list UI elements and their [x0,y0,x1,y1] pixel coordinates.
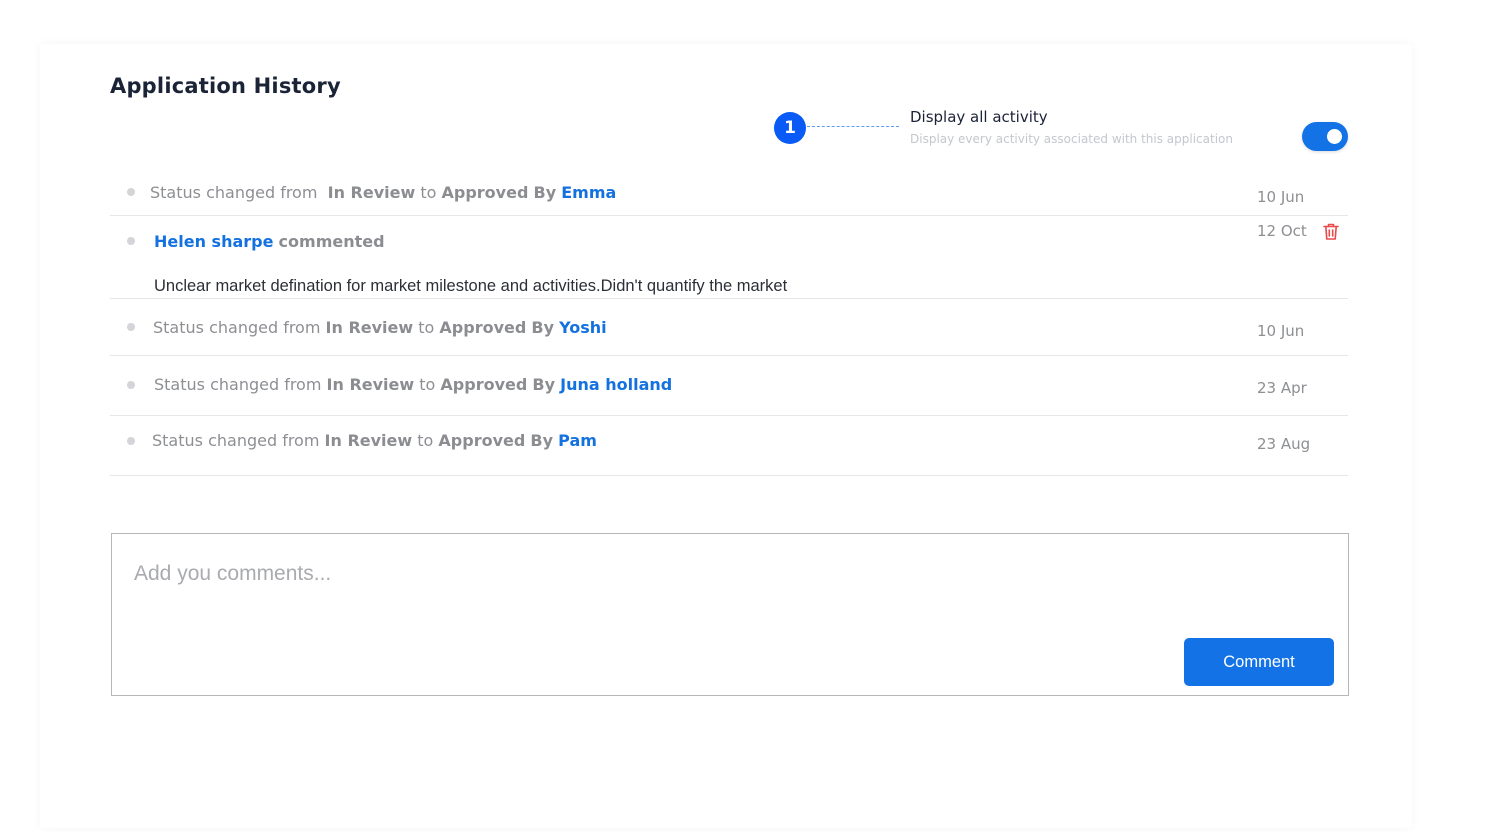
by-label: By [533,183,557,202]
status-change-text: Status changed from In Review to Approve… [152,431,597,450]
status-prefix: Status changed from [150,183,318,202]
toggle-knob [1327,129,1342,144]
activity-row: Status changed from In Review to Approve… [110,170,1348,216]
comment-header: Helen sharpe commented [154,232,385,251]
status-change-text: Status changed from In Review to Approve… [150,183,616,202]
activity-row: Status changed from In Review to Approve… [110,299,1348,356]
status-change-text: Status changed from In Review to Approve… [154,375,672,394]
comment-button[interactable]: Comment [1184,638,1334,686]
user-link[interactable]: Emma [561,183,616,202]
status-prefix: Status changed from [154,375,322,394]
bullet-dot [127,323,135,331]
activity-row: Status changed from In Review to Approve… [110,416,1348,476]
status-connector: to [417,431,434,450]
by-label: By [531,318,555,337]
user-link[interactable]: Yoshi [559,318,607,337]
status-prefix: Status changed from [153,318,321,337]
toggle-subtitle: Display every activity associated with t… [910,132,1233,146]
from-status: In Review [327,183,416,202]
step-connector-line [807,126,899,127]
bullet-dot [127,437,135,445]
bullet-dot [127,381,135,389]
to-status: Approved [440,375,528,394]
user-link[interactable]: Juna holland [560,375,672,394]
status-connector: to [418,318,435,337]
comment-input[interactable] [134,554,1174,594]
activity-date: 10 Jun [1257,322,1305,340]
activity-date: 10 Jun [1257,188,1305,206]
by-label: By [530,431,554,450]
activity-date: 23 Aug [1257,435,1311,453]
step-badge: 1 [774,112,806,144]
to-status: Approved [438,431,526,450]
bullet-dot [127,188,135,196]
from-status: In Review [325,318,414,337]
status-change-text: Status changed from In Review to Approve… [153,318,607,337]
activity-date: 23 Apr [1257,379,1307,397]
trash-icon[interactable] [1322,222,1340,241]
to-status: Approved [439,318,527,337]
comment-row: Helen sharpe commented Unclear market de… [110,216,1348,299]
bullet-dot [127,237,135,245]
status-connector: to [420,183,437,202]
from-status: In Review [326,375,415,394]
status-prefix: Status changed from [152,431,320,450]
comment-action: commented [278,232,385,251]
toggle-title: Display all activity [910,108,1048,126]
to-status: Approved [441,183,529,202]
display-all-activity-toggle[interactable] [1302,122,1348,151]
status-connector: to [419,375,436,394]
by-label: By [532,375,556,394]
activity-date: 12 Oct [1257,222,1307,240]
comment-body: Unclear market defination for market mil… [154,277,788,295]
from-status: In Review [324,431,413,450]
user-link[interactable]: Pam [558,431,597,450]
comment-box: Comment [111,533,1349,696]
user-link[interactable]: Helen sharpe [154,232,273,251]
page-title: Application History [110,74,341,98]
activity-row: Status changed from In Review to Approve… [110,356,1348,416]
